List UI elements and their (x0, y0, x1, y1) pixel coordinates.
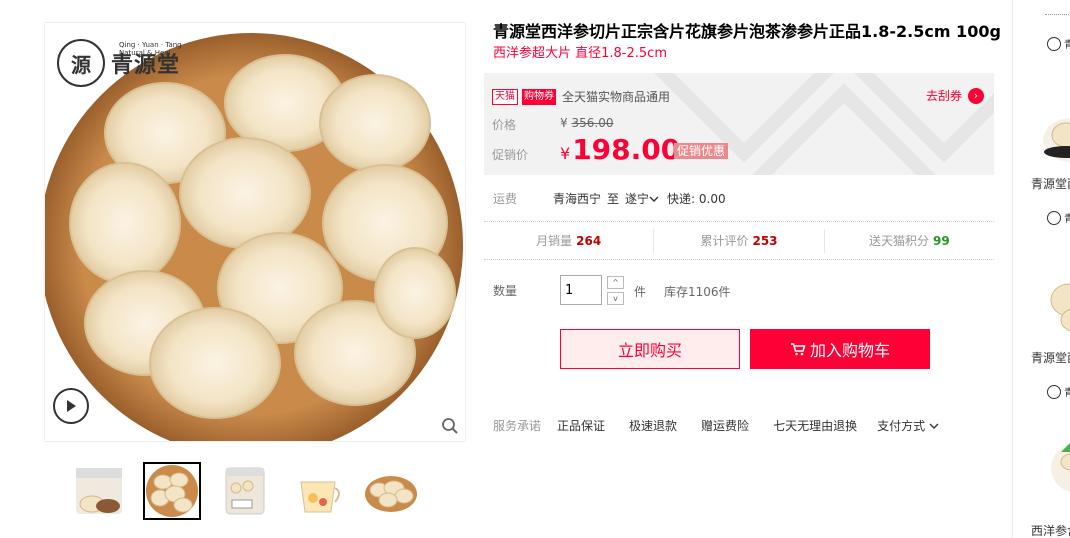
stock-count: 库存1106件 (664, 285, 731, 299)
arrow-right-icon: › (968, 87, 984, 104)
promo-row: 天猫 购物券 全天猫实物商品通用 (492, 88, 670, 105)
promo-price: ¥ 198.00 (560, 133, 680, 166)
shopping-voucher-tag: 购物券 (522, 88, 556, 105)
thumbnail-strip (70, 462, 420, 520)
quantity-input[interactable] (560, 275, 602, 305)
cart-icon (790, 343, 806, 356)
service-item[interactable]: 七天无理由退换 (773, 417, 857, 434)
quantity-unit: 件 (634, 285, 647, 299)
shipping-destination: 遂宁 (625, 192, 650, 206)
recommendation-rail: 青源 青源堂西 青源 青源堂西 青源 西洋参含 (1013, 0, 1070, 538)
shipping-fee: 快递: 0.00 (667, 192, 726, 206)
service-label: 服务承诺 (493, 419, 542, 433)
thumbnail-1[interactable] (70, 462, 128, 520)
play-icon (67, 400, 76, 412)
service-promise-row: 服务承诺 正品保证 极速退款 赠运费险 七天无理由退换 支付方式 (493, 417, 939, 434)
product-title: 青源堂西洋参切片正宗含片花旗参片泡茶渗参片正品1.8-2.5cm 100g (493, 22, 1001, 41)
service-item[interactable]: 正品保证 (557, 417, 605, 434)
brand-logo-subtitle: Qing · Yuan · Tang Natural & Heal (119, 41, 182, 57)
thumbnail-4[interactable] (289, 462, 347, 520)
divider (484, 221, 994, 222)
shipping-origin: 青海西宁 (553, 192, 602, 206)
coupon-link[interactable]: 去刮券 › (926, 87, 984, 104)
rail-item-image[interactable] (1041, 270, 1070, 340)
rail-item-name[interactable]: 西洋参含 (1031, 522, 1070, 538)
payment-methods-dropdown[interactable]: 支付方式 (877, 417, 939, 434)
promo-price-label: 促销价 (492, 148, 529, 162)
original-price: ¥ 356.00 (560, 116, 613, 130)
original-price-label: 价格 (492, 118, 517, 132)
promo-text: 全天猫实物商品通用 (562, 90, 671, 104)
rail-brand-logo: 青源 (1047, 210, 1070, 225)
thumbnail-2[interactable] (143, 462, 201, 520)
shipping-to-word: 至 (607, 192, 620, 206)
rail-item-image[interactable] (1041, 432, 1070, 502)
add-to-cart-button[interactable]: 加入购物车 (750, 329, 930, 369)
service-item[interactable]: 极速退款 (629, 417, 677, 434)
zoom-icon[interactable] (441, 417, 459, 435)
rail-brand-logo: 青源 (1047, 384, 1070, 399)
quantity-decrease-button[interactable]: v (607, 292, 624, 305)
shipping-label: 运费 (493, 192, 518, 206)
thumbnail-5[interactable] (362, 462, 420, 520)
buy-now-button[interactable]: 立即购买 (560, 329, 740, 369)
play-video-button[interactable] (53, 388, 89, 424)
brand-logo-mark: 源 (57, 39, 105, 87)
shipping-row: 运费 青海西宁 至 遂宁 快递: 0.00 (493, 190, 726, 207)
price-panel: 天猫 购物券 全天猫实物商品通用 去刮券 › 价格 ¥ 356.00 促销价 ¥… (484, 73, 994, 175)
currency-symbol: ¥ (560, 116, 568, 130)
original-price-value: 356.00 (571, 116, 614, 130)
chevron-down-icon (929, 423, 939, 429)
stat-tmall-points: 送天猫积分 99 (868, 234, 950, 248)
chevron-down-icon (649, 196, 659, 202)
tmall-tag: 天猫 (492, 88, 518, 105)
promo-price-value: 198.00 (572, 133, 681, 166)
rail-brand-logo: 青源 (1047, 36, 1070, 51)
product-subtitle: 西洋参超大片 直径1.8-2.5cm (493, 46, 667, 61)
stats-row: 月销量 264 累计评价 253 送天猫积分 99 (484, 229, 994, 253)
rail-item-image[interactable] (1041, 100, 1070, 170)
add-to-cart-label: 加入购物车 (809, 341, 890, 360)
stat-total-reviews[interactable]: 累计评价 253 (654, 229, 825, 253)
quantity-label: 数量 (493, 284, 518, 298)
promo-badge: 促销优惠 (674, 143, 729, 159)
thumbnail-3[interactable] (216, 462, 274, 520)
stat-monthly-sales: 月销量 264 (484, 229, 655, 253)
buy-now-label: 立即购买 (617, 341, 682, 360)
brand-logo: 源 青源堂 Qing · Yuan · Tang Natural & Heal (57, 39, 182, 87)
currency-symbol: ¥ (560, 144, 571, 163)
divider (484, 259, 994, 260)
product-gallery: 源 青源堂 Qing · Yuan · Tang Natural & Heal (44, 22, 466, 442)
rail-item-name[interactable]: 青源堂西 (1031, 349, 1070, 366)
rail-item-name[interactable]: 青源堂西 (1031, 175, 1070, 192)
quantity-increase-button[interactable]: ^ (607, 276, 624, 289)
service-item[interactable]: 赠运费险 (701, 417, 749, 434)
coupon-link-label: 去刮券 (925, 89, 962, 103)
payment-methods-label: 支付方式 (877, 419, 926, 433)
shipping-destination-select[interactable]: 遂宁 (625, 190, 659, 207)
